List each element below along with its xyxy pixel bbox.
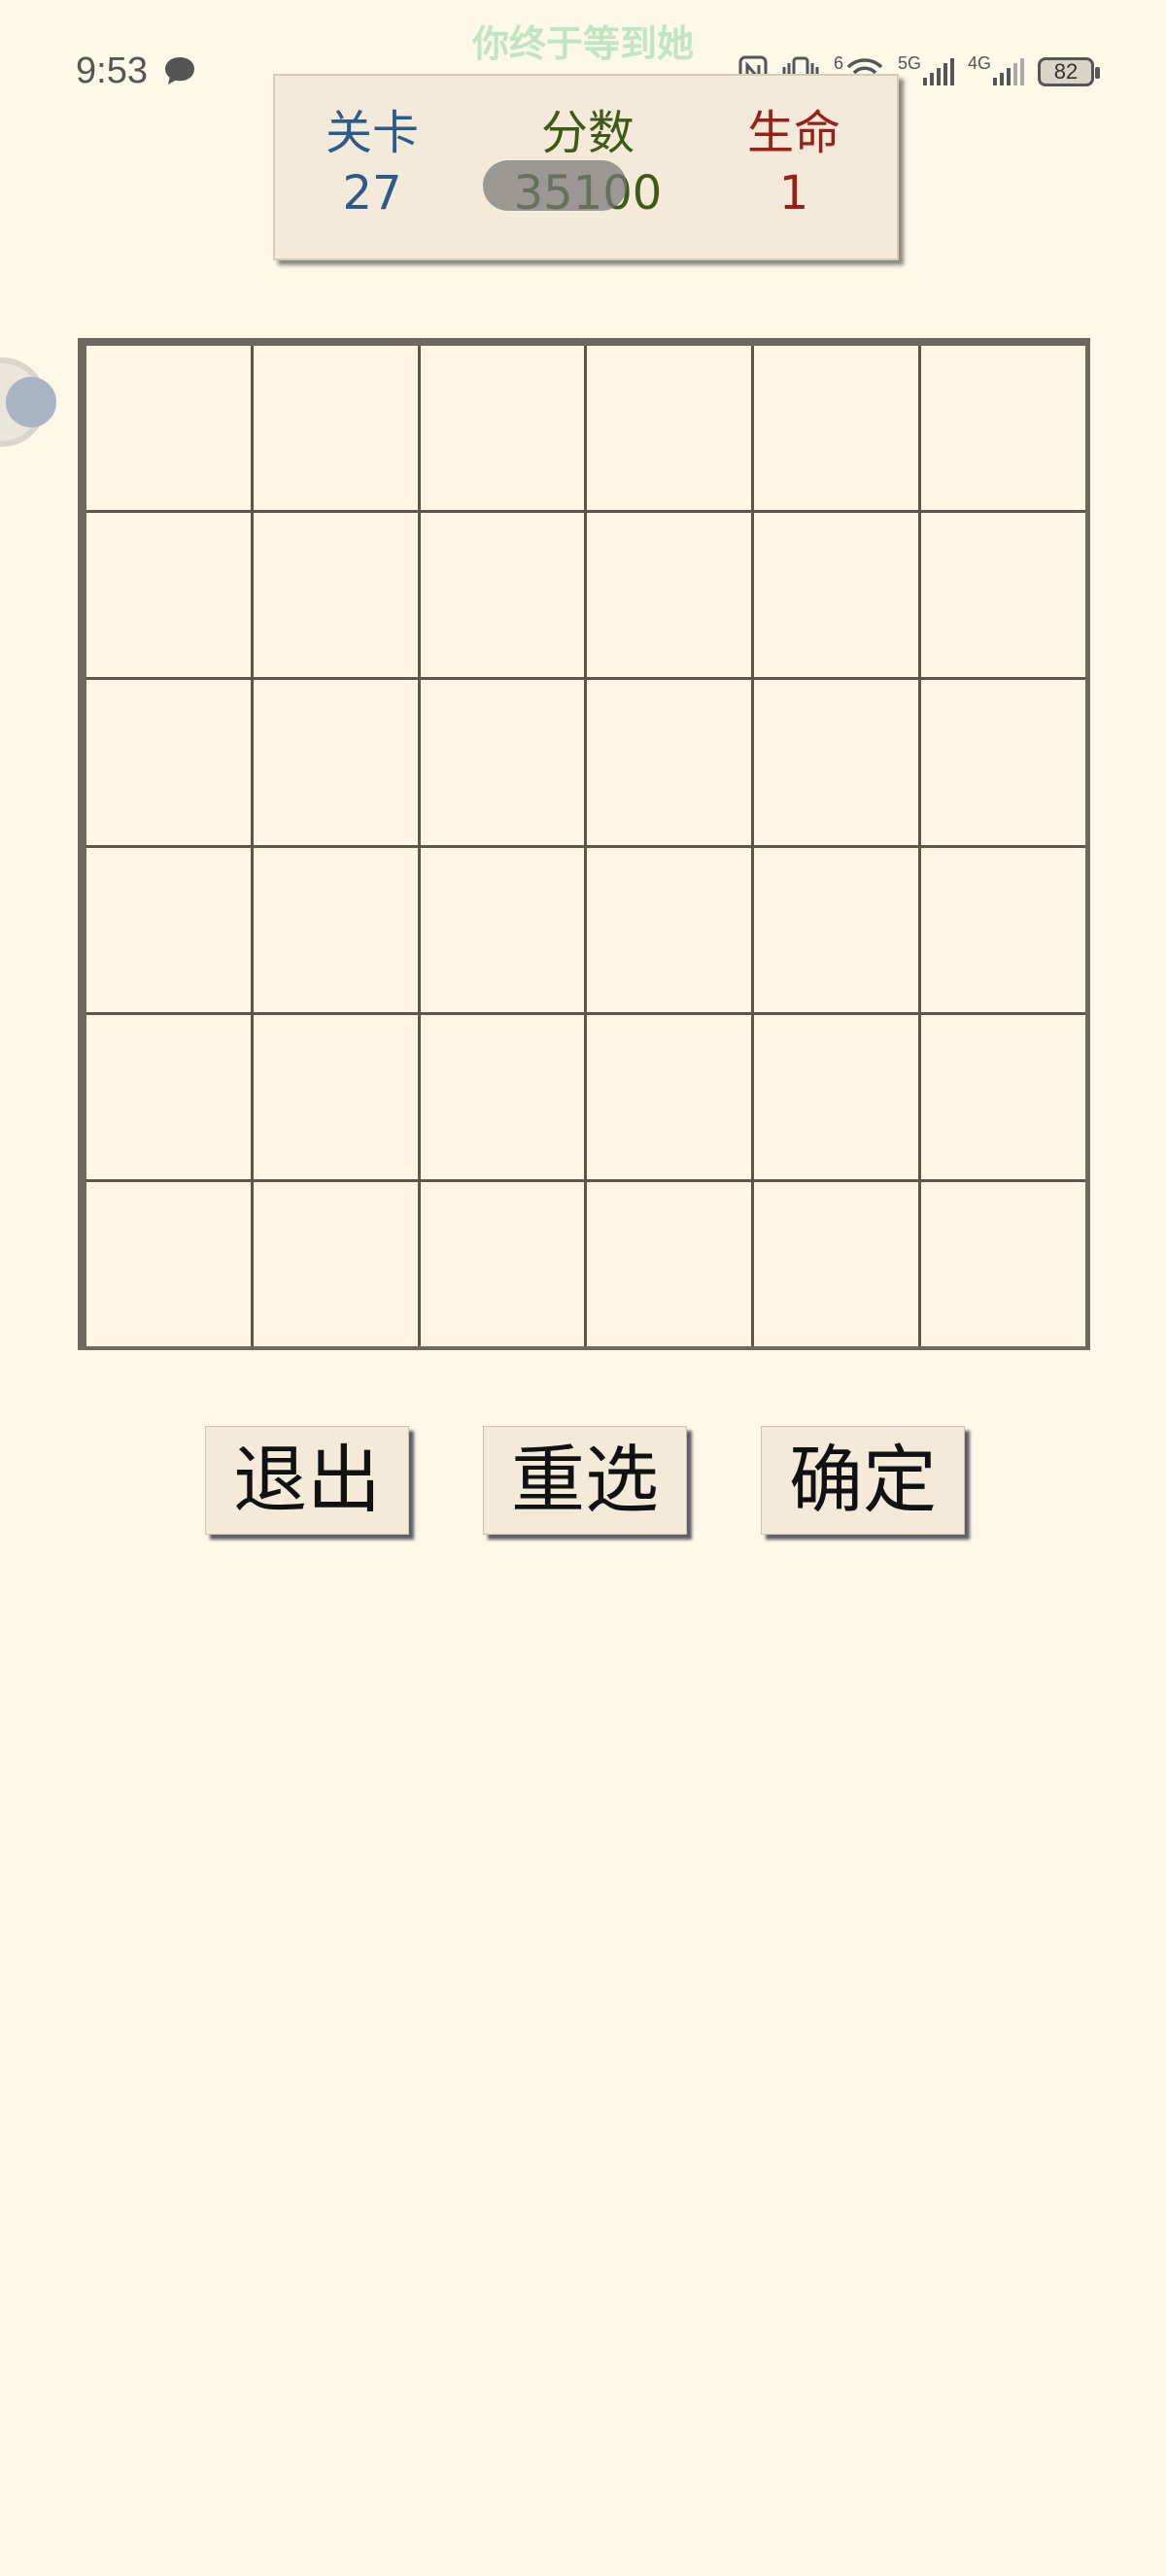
board-cell[interactable] (420, 1014, 585, 1179)
board-cell[interactable] (754, 1014, 919, 1179)
board-grid (86, 346, 1085, 1346)
board-cell[interactable] (754, 680, 919, 845)
notification-banner-text: 你终于等到她 (471, 22, 694, 65)
board-cell[interactable] (86, 346, 251, 511)
level-label: 关卡 (325, 106, 419, 160)
board-cell[interactable] (921, 1014, 1085, 1179)
board-cell[interactable] (86, 513, 251, 678)
confirm-button[interactable]: 确定 (761, 1426, 965, 1535)
board-cell[interactable] (587, 513, 752, 678)
board-cell[interactable] (587, 847, 752, 1012)
board-cell[interactable] (420, 680, 585, 845)
board-cell[interactable] (86, 680, 251, 845)
board-cell[interactable] (587, 346, 752, 511)
board-cell[interactable] (253, 1014, 418, 1179)
badge-avatar-icon (6, 377, 56, 427)
lives-value: 1 (778, 166, 809, 220)
board-cell[interactable] (420, 513, 585, 678)
board-cell[interactable] (86, 1181, 251, 1346)
level-column: 关卡 27 (275, 103, 469, 223)
board-cell[interactable] (921, 680, 1085, 845)
game-board (78, 338, 1090, 1350)
board-cell[interactable] (754, 346, 919, 511)
exit-button[interactable]: 退出 (205, 1426, 409, 1535)
board-cell[interactable] (754, 513, 919, 678)
board-cell[interactable] (253, 847, 418, 1012)
lives-label: 生命 (746, 106, 840, 160)
board-cell[interactable] (86, 1014, 251, 1179)
board-cell[interactable] (253, 1181, 418, 1346)
board-cell[interactable] (587, 1014, 752, 1179)
board-cell[interactable] (921, 513, 1085, 678)
board-cell[interactable] (754, 847, 919, 1012)
board-cell[interactable] (253, 680, 418, 845)
game-screen: 9:53 6 5G 4G 82 你终于等到她 关卡 27 分数 生命 1 退出 … (0, 0, 1166, 2576)
lives-column: 生命 1 (697, 103, 891, 223)
board-cell[interactable] (587, 680, 752, 845)
board-cell[interactable] (587, 1181, 752, 1346)
floating-side-badge[interactable] (0, 357, 56, 447)
board-cell[interactable] (253, 513, 418, 678)
board-cell[interactable] (86, 847, 251, 1012)
level-value: 27 (342, 166, 402, 220)
board-cell[interactable] (253, 346, 418, 511)
score-label: 分数 (540, 106, 634, 160)
reset-button[interactable]: 重选 (483, 1426, 687, 1535)
board-cell[interactable] (420, 847, 585, 1012)
board-cell[interactable] (420, 346, 585, 511)
board-cell[interactable] (921, 1181, 1085, 1346)
board-cell[interactable] (754, 1181, 919, 1346)
floating-pill-overlay[interactable] (483, 160, 627, 211)
board-cell[interactable] (921, 847, 1085, 1012)
board-cell[interactable] (420, 1181, 585, 1346)
board-cell[interactable] (921, 346, 1085, 511)
